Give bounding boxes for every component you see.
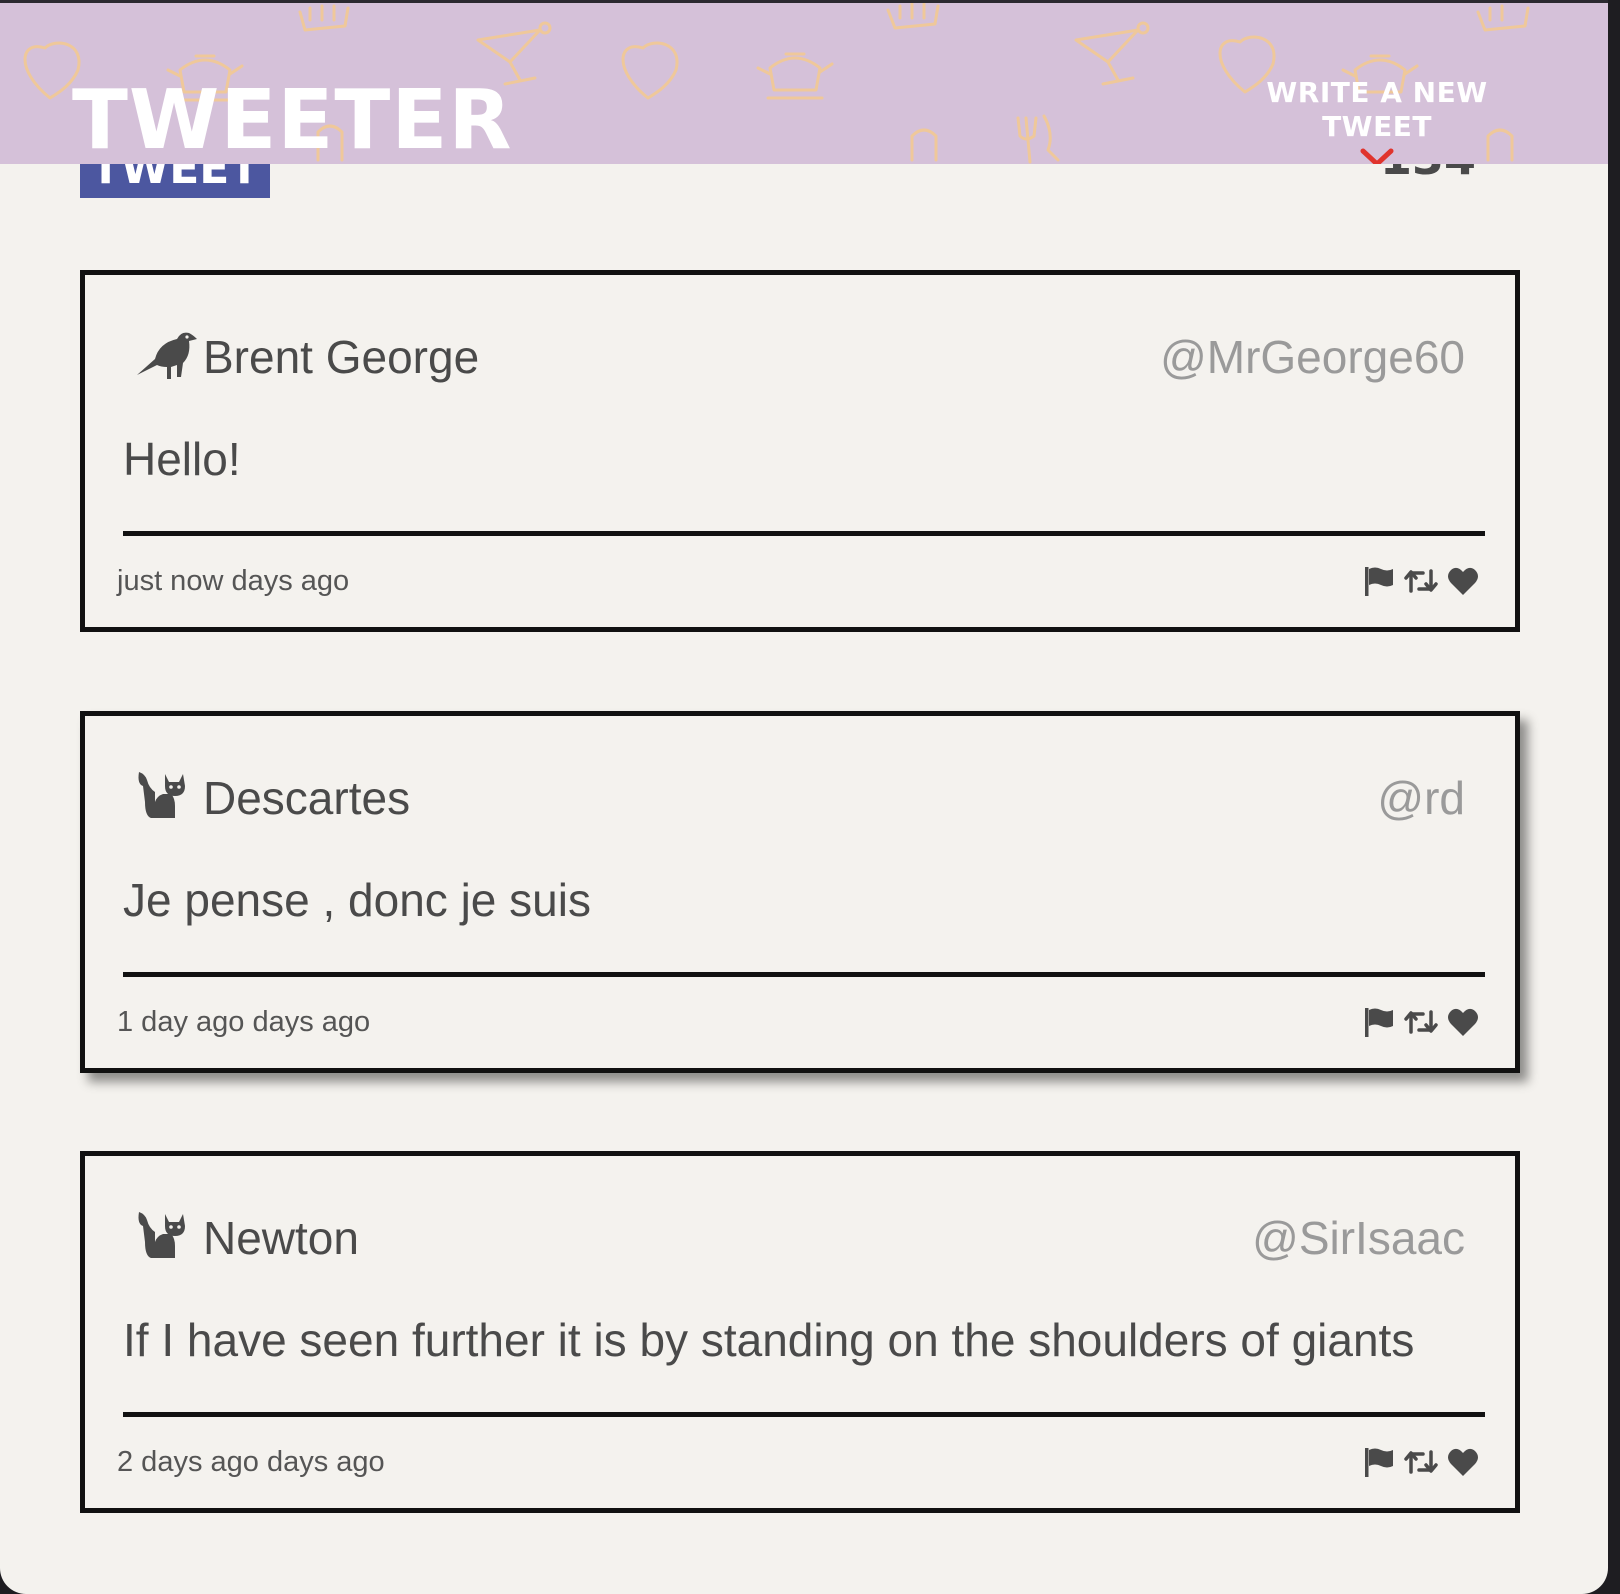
tweet-timestamp: 1 day ago days ago <box>117 1006 371 1038</box>
navbar: TWEETER WRITE A NEW TWEET <box>0 0 1608 164</box>
tweet-author-name: Descartes <box>203 772 411 824</box>
tweet-divider <box>123 1412 1485 1417</box>
tweet-author-name: Brent George <box>203 331 480 383</box>
double-chevron-down-icon <box>1359 146 1395 164</box>
tweet-timestamp: just now days ago <box>117 565 350 597</box>
tweet-timestamp: 2 days ago days ago <box>117 1446 385 1478</box>
brand-logo[interactable]: TWEETER <box>72 76 513 165</box>
heart-icon[interactable] <box>1447 1007 1479 1037</box>
tweet-author-handle: @rd <box>1377 772 1465 824</box>
tweet-actions <box>1363 565 1479 597</box>
write-new-tweet-label: WRITE A NEW TWEET <box>1266 76 1488 143</box>
cat-icon <box>135 1210 193 1268</box>
tweet-content: Hello! <box>123 433 241 485</box>
tweet-card: Newton @SirIsaac If I have seen further … <box>80 1151 1520 1513</box>
flag-icon[interactable] <box>1363 1006 1395 1038</box>
flag-icon[interactable] <box>1363 1446 1395 1478</box>
tweet-author-handle: @MrGeorge60 <box>1160 331 1465 383</box>
tweet-author-handle: @SirIsaac <box>1252 1212 1465 1264</box>
tweet-actions <box>1363 1006 1479 1038</box>
tweet-divider <box>123 531 1485 536</box>
app-window: TWEET 134 TWEET <box>0 0 1608 1594</box>
tweet-author-name: Newton <box>203 1212 359 1264</box>
crow-icon <box>135 329 197 387</box>
retweet-icon[interactable] <box>1403 567 1439 595</box>
write-new-tweet-toggle[interactable]: WRITE A NEW TWEET <box>1218 76 1536 164</box>
retweet-icon[interactable] <box>1403 1448 1439 1476</box>
tweet-content: If I have seen further it is by standing… <box>123 1314 1415 1366</box>
tweet-card: Descartes @rd Je pense , donc je suis 1 … <box>80 711 1520 1073</box>
heart-icon[interactable] <box>1447 1447 1479 1477</box>
tweet-actions <box>1363 1446 1479 1478</box>
tweet-content: Je pense , donc je suis <box>123 874 591 926</box>
window-top-border <box>0 0 1608 3</box>
retweet-icon[interactable] <box>1403 1008 1439 1036</box>
tweet-divider <box>123 972 1485 977</box>
tweet-card: Brent George @MrGeorge60 Hello! just now… <box>80 270 1520 632</box>
cat-icon <box>135 770 193 828</box>
flag-icon[interactable] <box>1363 565 1395 597</box>
heart-icon[interactable] <box>1447 566 1479 596</box>
